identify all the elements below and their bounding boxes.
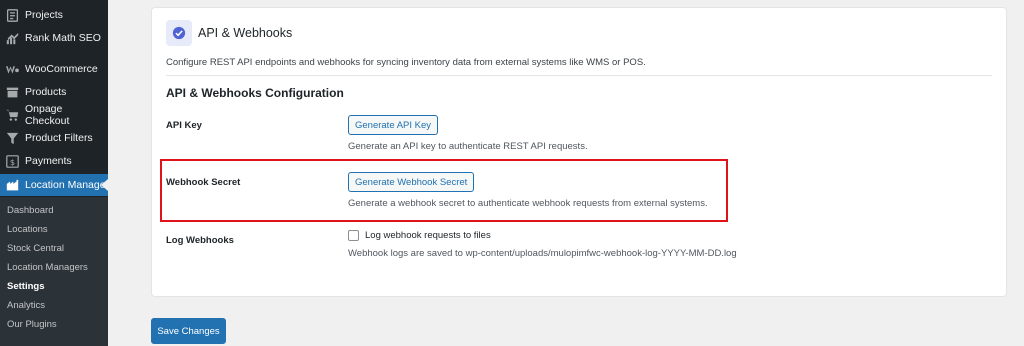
menu-item-product-filters[interactable]: Product Filters [0,127,108,149]
menu-label: Product Filters [25,132,93,144]
menu-item-projects[interactable]: Projects [0,4,108,26]
submenu-item-location-managers[interactable]: Location Managers [7,262,88,273]
menu-label: WooCommerce [25,63,98,75]
menu-item-payments[interactable]: $ Payments [0,150,108,172]
check-circle-icon [172,26,186,40]
submenu-item-dashboard[interactable]: Dashboard [7,205,53,216]
location-icon [5,178,19,192]
rank-math-icon [5,31,19,45]
menu-item-location-manage[interactable]: Location Manage [0,174,108,196]
section-title: API & Webhooks Configuration [166,86,344,100]
submenu-item-settings[interactable]: Settings [7,281,44,292]
submenu-item-our-plugins[interactable]: Our Plugins [7,319,57,330]
log-webhooks-checkbox[interactable] [348,230,359,241]
webhook-secret-label: Webhook Secret [166,177,241,188]
submenu-item-stock-central[interactable]: Stock Central [7,243,64,254]
generate-api-key-button[interactable]: Generate API Key [348,115,439,135]
admin-sidebar: Projects Rank Math SEO WooCommerce Produ… [0,0,108,346]
card-badge [166,20,192,46]
projects-icon [5,8,19,22]
woocommerce-icon [5,62,19,76]
location-submenu: Dashboard Locations Stock Central Locati… [0,197,108,346]
divider [166,75,992,76]
submenu-item-analytics[interactable]: Analytics [7,300,45,311]
menu-item-products[interactable]: Products [0,81,108,103]
submenu-item-locations[interactable]: Locations [7,224,48,235]
menu-label: Onpage Checkout [25,103,70,127]
menu-label: Location Manage [25,179,106,191]
menu-item-onpage-checkout[interactable]: Onpage Checkout [0,103,108,127]
svg-text:$: $ [9,156,14,166]
save-changes-button[interactable]: Save Changes [151,318,226,344]
api-key-help: Generate an API key to authenticate REST… [348,141,588,152]
generate-webhook-secret-button[interactable]: Generate Webhook Secret [348,172,475,192]
api-key-label: API Key [166,120,202,131]
card-title: API & Webhooks [198,26,293,40]
filter-icon [5,131,19,145]
log-webhooks-label: Log Webhooks [166,235,234,246]
log-webhooks-checkbox-label[interactable]: Log webhook requests to files [365,230,491,241]
webhook-secret-help: Generate a webhook secret to authenticat… [348,198,708,209]
menu-label: Products [25,86,67,98]
payments-icon: $ [5,154,19,168]
menu-label: Projects [25,9,63,21]
menu-label: Payments [25,155,72,167]
log-webhooks-help: Webhook logs are saved to wp-content/upl… [348,248,737,259]
menu-item-rank-math[interactable]: Rank Math SEO [0,27,108,49]
menu-label: Rank Math SEO [25,32,101,44]
menu-item-woocommerce[interactable]: WooCommerce [0,58,108,80]
cart-icon [5,108,19,122]
api-webhooks-card: API & Webhooks Configure REST API endpoi… [151,7,1007,297]
card-description: Configure REST API endpoints and webhook… [166,57,646,68]
products-icon [5,85,19,99]
log-webhooks-option[interactable]: Log webhook requests to files [348,230,491,241]
